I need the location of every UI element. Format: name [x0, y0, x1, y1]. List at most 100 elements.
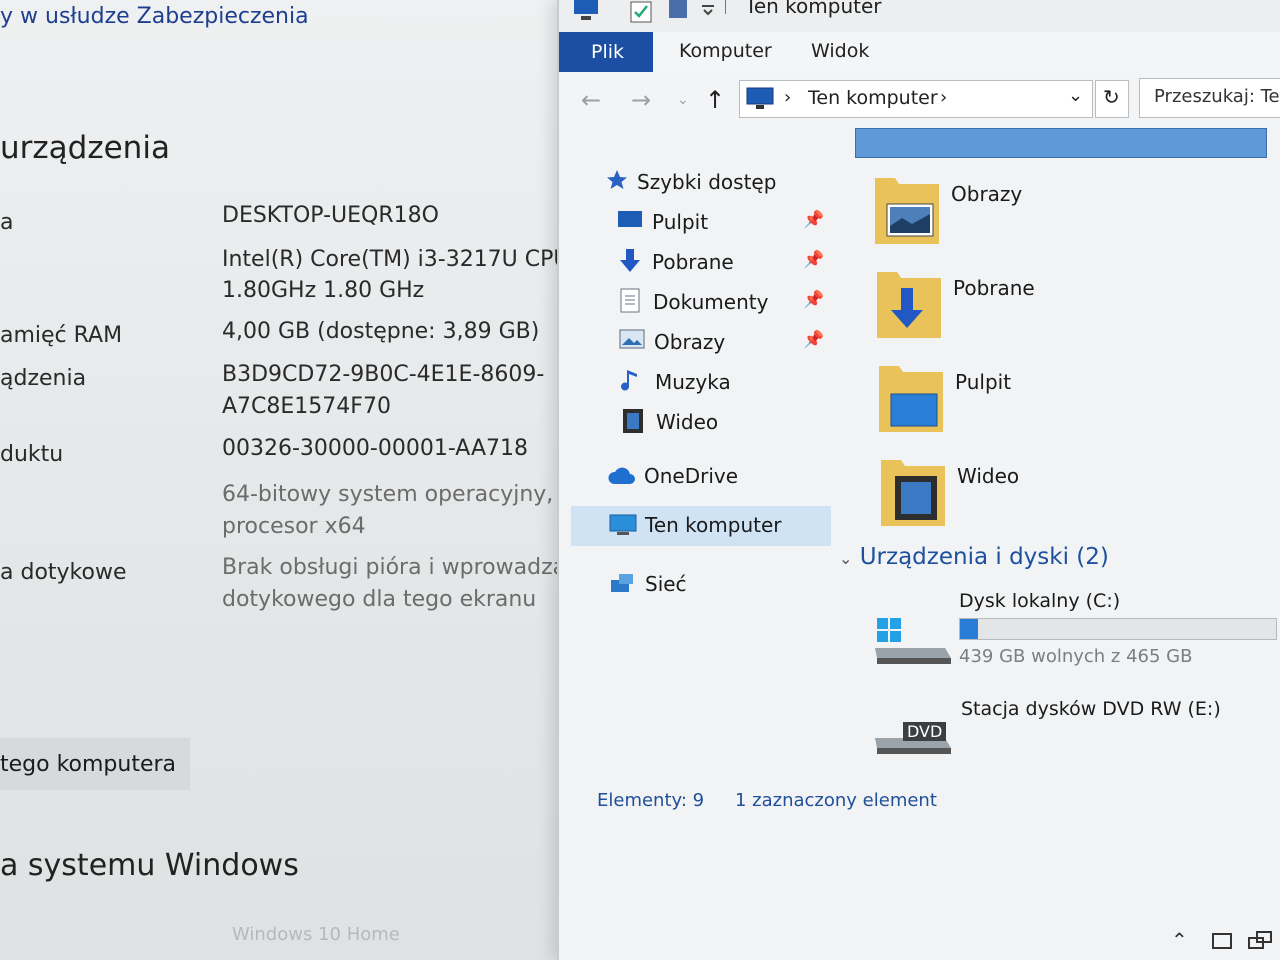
nav-item-music[interactable]: Muzyka	[559, 364, 831, 400]
tab-file[interactable]: Plik	[559, 32, 653, 72]
quick-access-toolbar: Ten komputer	[559, 0, 1280, 32]
edition-value: Windows 10 Home	[232, 924, 400, 945]
breadcrumb-location[interactable]: Ten komputer	[808, 87, 938, 109]
folder-label: Pulpit	[955, 370, 1012, 394]
tab-computer[interactable]: Komputer	[679, 40, 772, 62]
address-dropdown-icon[interactable]: ⌄	[1068, 85, 1083, 106]
nav-item-label: Muzyka	[655, 370, 731, 394]
pictures-folder-icon	[875, 178, 939, 244]
pin-icon[interactable]: 📌	[803, 250, 824, 270]
drive-c-capacity-fill	[960, 619, 978, 639]
security-link[interactable]: y w usłudze Zabezpieczenia	[0, 4, 309, 29]
nav-item-desktop[interactable]: Pulpit 📌	[559, 204, 831, 240]
windows-drive-icon	[875, 618, 951, 664]
nav-item-video[interactable]: Wideo	[559, 404, 831, 440]
nav-quick-access[interactable]: Szybki dostęp	[599, 164, 819, 200]
drive-c-label: Dysk lokalny (C:)	[959, 590, 1121, 612]
spec-label-product-id: duktu	[0, 442, 64, 467]
folder-desktop[interactable]: Pulpit	[873, 364, 1023, 436]
breadcrumb-chevron-icon: ›	[784, 87, 792, 108]
customize-qat-icon[interactable]	[699, 0, 717, 18]
search-input[interactable]: Przeszukaj: Ten	[1154, 86, 1280, 107]
monitor-icon	[609, 514, 637, 535]
windows-spec-heading: a systemu Windows	[0, 848, 299, 883]
nav-item-label: Pobrane	[652, 250, 734, 274]
devices-group-label: Urządzenia i dyski (2)	[859, 544, 1109, 570]
taskbar-tray: ⌃	[559, 920, 1280, 960]
breadcrumb-chevron-icon: ›	[940, 87, 948, 108]
desktop-icon	[618, 211, 642, 227]
computer-icon[interactable]	[573, 0, 599, 22]
file-explorer-window: Ten komputer Plik Komputer Widok ← → ⌄ ↑…	[557, 0, 1280, 960]
nav-item-label: Obrazy	[654, 330, 726, 354]
pin-icon[interactable]: 📌	[803, 290, 824, 310]
search-box[interactable]: Przeszukaj: Ten	[1139, 78, 1280, 118]
pin-icon[interactable]: 📌	[803, 210, 824, 230]
video-folder-icon	[881, 460, 945, 526]
rename-pc-label: tego komputera	[0, 752, 177, 777]
spec-label-pen-touch: a dotykowe	[0, 560, 127, 585]
monitor-icon	[746, 87, 774, 109]
selected-folder-strip[interactable]	[855, 128, 1267, 158]
nav-this-pc[interactable]: Ten komputer	[571, 506, 831, 546]
network-icon	[611, 574, 633, 592]
document-icon	[620, 288, 640, 313]
folder-video[interactable]: Wideo	[875, 458, 1025, 530]
spec-label-ram: amięć RAM	[0, 323, 123, 348]
spec-value-ram: 4,00 GB (dostępne: 3,89 GB)	[222, 319, 540, 344]
folder-icon[interactable]	[667, 0, 689, 22]
nav-item-label: Pulpit	[652, 210, 709, 234]
drive-e[interactable]: DVD Stacja dysków DVD RW (E:)	[849, 686, 1280, 776]
network-tray-icon[interactable]	[1247, 930, 1273, 952]
status-selection: 1 zaznaczony element	[735, 790, 937, 811]
nav-network-label: Sieć	[645, 572, 687, 596]
nav-item-pictures[interactable]: Obrazy 📌	[559, 324, 831, 360]
film-icon	[623, 409, 643, 433]
status-bar: Elementy: 9 1 zaznaczony element	[559, 784, 1280, 824]
tab-file-label: Plik	[591, 41, 625, 63]
nav-item-label: Dokumenty	[653, 290, 769, 314]
nav-this-pc-label: Ten komputer	[645, 513, 782, 537]
drive-c[interactable]: Dysk lokalny (C:) 439 GB wolnych z 465 G…	[849, 584, 1280, 674]
nav-onedrive[interactable]: OneDrive	[559, 458, 831, 494]
rename-pc-button[interactable]: tego komputera	[0, 738, 190, 790]
up-arrow-icon[interactable]: ↑	[705, 86, 725, 114]
nav-item-downloads[interactable]: Pobrane 📌	[559, 244, 831, 280]
address-bar[interactable]: › Ten komputer › ⌄	[739, 80, 1093, 118]
folder-downloads[interactable]: Pobrane	[871, 270, 1035, 342]
back-arrow-icon[interactable]: ←	[581, 86, 601, 114]
picture-icon	[619, 329, 645, 349]
devices-group-header[interactable]: ⌄ Urządzenia i dyski (2)	[839, 544, 1109, 570]
nav-item-documents[interactable]: Dokumenty 📌	[559, 284, 831, 320]
spec-value-system-type-2: procesor x64	[222, 514, 366, 539]
drive-c-free-space: 439 GB wolnych z 465 GB	[959, 646, 1193, 667]
tab-view[interactable]: Widok	[811, 40, 869, 62]
properties-check-icon[interactable]	[629, 0, 653, 24]
pin-icon[interactable]: 📌	[803, 330, 824, 350]
spec-value-name: DESKTOP-UEQR18O	[222, 203, 439, 228]
chevron-up-icon[interactable]: ⌃	[1171, 928, 1188, 952]
cloud-icon	[608, 467, 635, 484]
spec-value-system-type-1: 64-bitowy system operacyjny,	[222, 482, 554, 507]
dvd-badge: DVD	[903, 722, 947, 741]
music-note-icon	[621, 370, 637, 391]
folder-label: Obrazy	[951, 182, 1023, 206]
star-icon	[607, 170, 627, 189]
nav-quick-access-label: Szybki dostęp	[637, 170, 777, 194]
spec-label-device-id: ądzenia	[0, 366, 87, 391]
forward-arrow-icon[interactable]: →	[631, 86, 651, 114]
spec-value-cpu-1: Intel(R) Core(TM) i3-3217U CPU @	[222, 247, 599, 272]
spec-value-pen-touch-1: Brak obsługi pióra i wprowadzania	[222, 555, 600, 580]
refresh-button[interactable]: ↻	[1095, 80, 1129, 118]
chevron-down-icon: ⌄	[839, 549, 853, 568]
nav-network[interactable]: Sieć	[559, 566, 831, 602]
title-separator	[725, 0, 726, 14]
ribbon-tabs: Plik Komputer Widok	[559, 32, 1280, 73]
spec-value-cpu-2: 1.80GHz 1.80 GHz	[222, 278, 425, 303]
camera-icon[interactable]	[1211, 930, 1233, 952]
desktop-folder-icon	[879, 366, 943, 432]
drive-e-label: Stacja dysków DVD RW (E:)	[961, 698, 1221, 720]
status-item-count: Elementy: 9	[597, 790, 705, 811]
recent-locations-icon[interactable]: ⌄	[677, 92, 689, 108]
folder-pictures[interactable]: Obrazy	[869, 176, 1023, 248]
